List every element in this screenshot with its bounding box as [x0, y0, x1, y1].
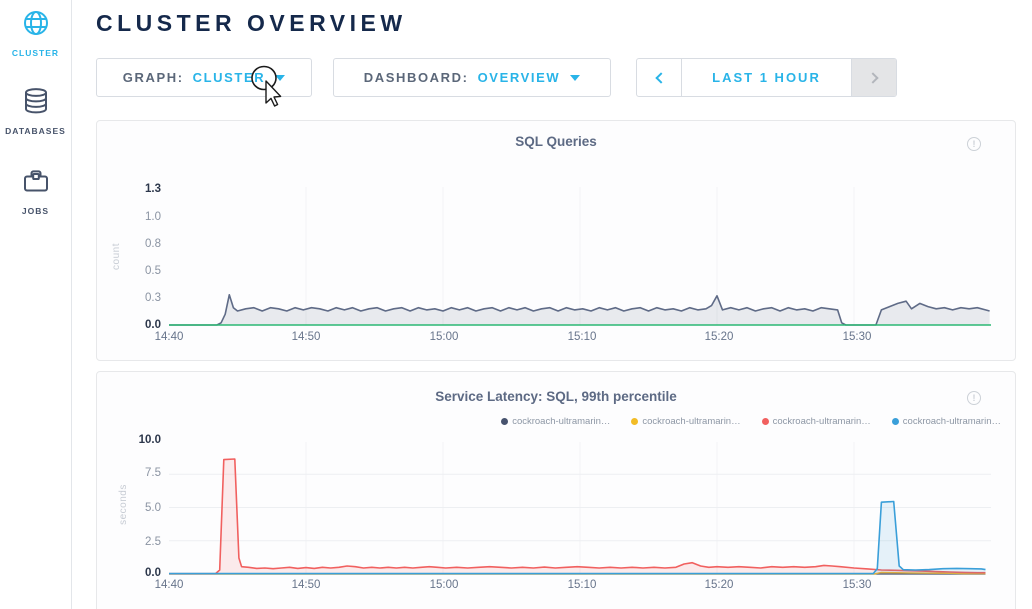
y-axis-tick: 0.0 — [111, 567, 161, 579]
y-axis-tick: 0.3 — [111, 292, 161, 304]
info-icon[interactable]: ! — [967, 391, 981, 405]
sidebar-item-jobs[interactable]: JOBS — [0, 166, 71, 216]
legend-dot-navy — [501, 418, 508, 425]
database-icon — [21, 86, 51, 121]
service-latency-plot[interactable] — [169, 436, 991, 581]
y-axis-tick: 0.0 — [111, 319, 161, 331]
info-icon[interactable]: ! — [967, 137, 981, 151]
legend-label: cockroach-ultramarin… — [642, 416, 740, 427]
legend-item: cockroach-ultramarin… — [892, 416, 1001, 427]
time-range-label[interactable]: LAST 1 HOUR — [682, 59, 851, 96]
chart-card-sql-queries: SQL Queries ! 1.3 1.0 0.8 0.5 0.3 0.0 co… — [96, 120, 1016, 361]
x-axis-tick: 15:20 — [705, 579, 734, 591]
time-range-prev-button[interactable] — [637, 59, 682, 96]
legend-item: cockroach-ultramarin… — [501, 416, 610, 427]
legend-item: cockroach-ultramarin… — [762, 416, 871, 427]
dashboard-dropdown-value: OVERVIEW — [478, 70, 561, 85]
y-axis-tick: 1.0 — [111, 211, 161, 223]
dashboard-dropdown-label: DASHBOARD: — [364, 70, 469, 85]
x-axis-tick: 15:00 — [430, 579, 459, 591]
briefcase-icon — [21, 166, 51, 201]
legend-label: cockroach-ultramarin… — [512, 416, 610, 427]
x-axis-tick: 14:40 — [155, 331, 184, 343]
x-axis-tick: 15:30 — [843, 331, 872, 343]
y-axis-tick: 2.5 — [111, 536, 161, 548]
chevron-right-icon — [867, 72, 878, 83]
legend-item: cockroach-ultramarin… — [631, 416, 740, 427]
y-axis-unit-label: seconds — [118, 484, 129, 525]
sidebar-item-cluster[interactable]: CLUSTER — [0, 8, 71, 58]
x-axis-tick: 15:20 — [705, 331, 734, 343]
graph-dropdown-label: GRAPH: — [123, 70, 184, 85]
x-axis-tick: 14:50 — [292, 331, 321, 343]
page-title: CLUSTER OVERVIEW — [96, 10, 407, 37]
legend-dot-yellow — [631, 418, 638, 425]
sidebar-item-label: DATABASES — [0, 126, 71, 136]
y-axis-tick: 7.5 — [111, 467, 161, 479]
legend-label: cockroach-ultramarin… — [903, 416, 1001, 427]
x-axis-tick: 15:00 — [430, 331, 459, 343]
chevron-down-icon — [570, 75, 580, 81]
chevron-left-icon — [655, 72, 666, 83]
x-axis-tick: 14:40 — [155, 579, 184, 591]
x-axis-tick: 14:50 — [292, 579, 321, 591]
x-axis-tick: 15:10 — [568, 331, 597, 343]
sidebar: CLUSTER DATABASES JOBS — [0, 0, 72, 609]
chart-title: Service Latency: SQL, 99th percentile — [97, 389, 1015, 404]
time-range-next-button-disabled[interactable] — [851, 59, 896, 96]
chart-title: SQL Queries — [97, 134, 1015, 149]
graph-dropdown-value: CLUSTER — [193, 70, 266, 85]
chart-card-service-latency: Service Latency: SQL, 99th percentile ! … — [96, 371, 1016, 609]
legend-label: cockroach-ultramarin… — [773, 416, 871, 427]
y-axis-tick: 1.3 — [111, 183, 161, 195]
cluster-overview-page: CLUSTER DATABASES JOBS — [0, 0, 1032, 609]
y-axis-unit-label: count — [111, 243, 122, 270]
x-axis-tick: 15:10 — [568, 579, 597, 591]
sidebar-item-label: CLUSTER — [0, 48, 71, 58]
y-axis-tick: 10.0 — [111, 434, 161, 446]
graph-dropdown[interactable]: GRAPH: CLUSTER — [96, 58, 312, 97]
sql-queries-plot[interactable] — [169, 181, 991, 326]
legend-dot-red — [762, 418, 769, 425]
time-range-selector: LAST 1 HOUR — [636, 58, 897, 97]
legend-dot-blue — [892, 418, 899, 425]
dashboard-dropdown[interactable]: DASHBOARD: OVERVIEW — [333, 58, 611, 97]
chevron-down-icon — [275, 75, 285, 81]
globe-icon — [21, 8, 51, 43]
sidebar-item-label: JOBS — [0, 206, 71, 216]
sidebar-item-databases[interactable]: DATABASES — [0, 86, 71, 136]
x-axis-tick: 15:30 — [843, 579, 872, 591]
chart-legend: cockroach-ultramarin… cockroach-ultramar… — [501, 416, 1001, 427]
